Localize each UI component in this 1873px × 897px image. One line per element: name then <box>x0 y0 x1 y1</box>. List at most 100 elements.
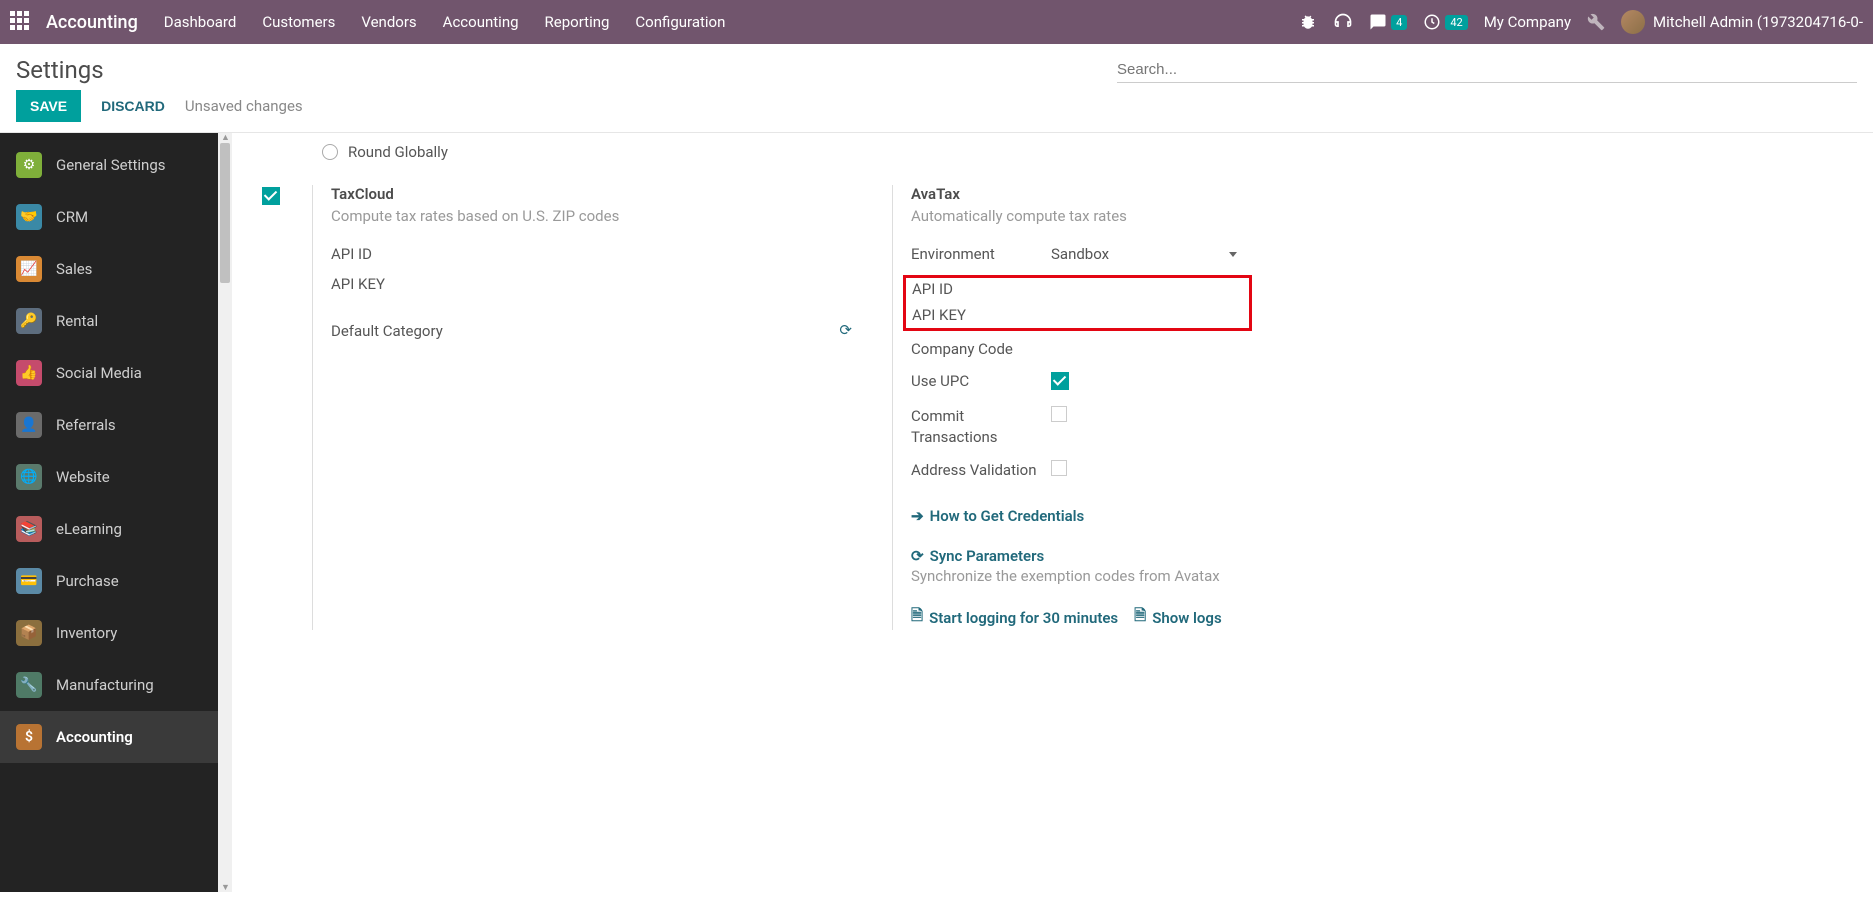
menu-vendors[interactable]: Vendors <box>361 13 416 31</box>
sidebar-item-label: Referrals <box>56 416 116 434</box>
sidebar-item-label: Purchase <box>56 572 119 590</box>
show-logs-label: Show logs <box>1152 609 1221 627</box>
sidebar-item-purchase[interactable]: 💳 Purchase <box>0 555 218 607</box>
sidebar-item-label: Accounting <box>56 728 133 746</box>
commit-transactions-checkbox[interactable] <box>1051 406 1067 422</box>
arrow-right-icon: ➔ <box>911 507 924 525</box>
sidebar-item-social[interactable]: 👍 Social Media <box>0 347 218 399</box>
chevron-down-icon <box>1229 252 1237 257</box>
refresh-icon[interactable]: ⟳ <box>839 321 852 339</box>
book-icon: 📚 <box>16 516 42 542</box>
round-globally-label: Round Globally <box>348 143 448 161</box>
taxcloud-api-key-label: API KEY <box>331 275 471 293</box>
round-globally-option[interactable]: Round Globally <box>322 143 1843 161</box>
scroll-up-icon[interactable]: ▲ <box>221 132 230 143</box>
wrench-icon: 🔧 <box>16 672 42 698</box>
sidebar-item-label: CRM <box>56 208 88 226</box>
money-icon: $ <box>16 724 42 750</box>
sidebar-scrollbar[interactable]: ▲ ▼ <box>218 133 232 892</box>
environment-label: Environment <box>911 245 1051 263</box>
environment-value: Sandbox <box>1051 245 1109 263</box>
start-logging-link[interactable]: 🗎 Start logging for 30 minutes <box>911 605 1118 630</box>
unsaved-changes-label: Unsaved changes <box>185 97 303 115</box>
sync-icon: ⟳ <box>911 547 924 565</box>
company-switcher[interactable]: My Company <box>1484 13 1571 31</box>
sidebar-item-referrals[interactable]: 👤 Referrals <box>0 399 218 451</box>
menu-configuration[interactable]: Configuration <box>635 13 725 31</box>
page-title: Settings <box>16 56 104 84</box>
sidebar-item-manufacturing[interactable]: 🔧 Manufacturing <box>0 659 218 711</box>
show-logs-link[interactable]: 🗎 Show logs <box>1134 605 1222 630</box>
sidebar-item-elearning[interactable]: 📚 eLearning <box>0 503 218 555</box>
thumbs-up-icon: 👍 <box>16 360 42 386</box>
avatar <box>1621 10 1645 34</box>
sidebar-item-label: Inventory <box>56 624 117 642</box>
sidebar-item-label: General Settings <box>56 156 166 174</box>
taxcloud-default-category-label: Default Category <box>331 321 471 342</box>
main-menu: Dashboard Customers Vendors Accounting R… <box>164 13 726 31</box>
avatax-api-key-label: API KEY <box>912 306 1052 324</box>
settings-sidebar: ⚙ General Settings 🤝 CRM 📈Sales 🔑Rental 👍 S… <box>0 133 218 892</box>
apps-icon[interactable] <box>10 11 32 33</box>
user-name: Mitchell Admin (1973204716-0- <box>1653 13 1863 31</box>
bug-icon[interactable] <box>1299 13 1317 31</box>
environment-dropdown[interactable]: Sandbox <box>1051 245 1237 263</box>
sync-parameters-label: Sync Parameters <box>930 547 1045 565</box>
scroll-thumb[interactable] <box>220 143 230 283</box>
app-brand[interactable]: Accounting <box>46 12 138 33</box>
commit-transactions-label: Commit Transactions <box>911 406 1051 448</box>
company-code-label: Company Code <box>911 339 1051 360</box>
avatax-api-id-label: API ID <box>912 280 1052 298</box>
sidebar-item-rental[interactable]: 🔑Rental <box>0 295 218 347</box>
document-icon: 🗎 <box>911 605 923 630</box>
sidebar-item-label: Manufacturing <box>56 676 154 694</box>
gear-icon: ⚙ <box>16 152 42 178</box>
support-icon[interactable] <box>1333 12 1353 32</box>
menu-dashboard[interactable]: Dashboard <box>164 13 237 31</box>
taxcloud-checkbox[interactable] <box>262 187 280 205</box>
taxcloud-block: TaxCloud Compute tax rates based on U.S.… <box>262 185 852 630</box>
sidebar-item-label: Social Media <box>56 364 142 382</box>
menu-accounting[interactable]: Accounting <box>443 13 519 31</box>
tools-icon[interactable] <box>1587 13 1605 31</box>
activities-badge: 42 <box>1445 15 1467 30</box>
taxcloud-title: TaxCloud <box>331 185 852 203</box>
card-icon: 💳 <box>16 568 42 594</box>
address-validation-label: Address Validation <box>911 460 1051 481</box>
handshake-icon: 🤝 <box>16 204 42 230</box>
globe-icon: 🌐 <box>16 464 42 490</box>
box-icon: 📦 <box>16 620 42 646</box>
sidebar-item-general[interactable]: ⚙ General Settings <box>0 139 218 191</box>
sidebar-item-inventory[interactable]: 📦 Inventory <box>0 607 218 659</box>
use-upc-checkbox[interactable] <box>1051 372 1069 390</box>
avatax-title: AvaTax <box>911 185 1252 203</box>
save-button[interactable]: SAVE <box>16 90 81 122</box>
how-to-label: How to Get Credentials <box>930 507 1085 525</box>
sidebar-item-label: Website <box>56 468 110 486</box>
how-to-get-credentials-link[interactable]: ➔ How to Get Credentials <box>911 507 1084 525</box>
taxcloud-api-id-label: API ID <box>331 245 471 263</box>
scroll-down-icon[interactable]: ▼ <box>221 882 230 893</box>
discard-button[interactable]: DISCARD <box>101 98 165 114</box>
sidebar-item-label: eLearning <box>56 520 122 538</box>
sidebar-item-website[interactable]: 🌐 Website <box>0 451 218 503</box>
chart-icon: 📈 <box>16 256 42 282</box>
sidebar-item-sales[interactable]: 📈Sales <box>0 243 218 295</box>
key-icon: 🔑 <box>16 308 42 334</box>
user-menu[interactable]: Mitchell Admin (1973204716-0- <box>1621 10 1863 34</box>
person-icon: 👤 <box>16 412 42 438</box>
start-logging-label: Start logging for 30 minutes <box>929 609 1118 627</box>
top-navbar: Accounting Dashboard Customers Vendors A… <box>0 0 1873 44</box>
activities-icon[interactable]: 42 <box>1423 13 1467 31</box>
menu-customers[interactable]: Customers <box>262 13 335 31</box>
use-upc-label: Use UPC <box>911 372 1051 390</box>
search-input[interactable] <box>1117 57 1857 83</box>
avatax-block: AvaTax Automatically compute tax rates E… <box>892 185 1252 630</box>
sidebar-item-accounting[interactable]: $ Accounting <box>0 711 218 763</box>
messages-icon[interactable]: 4 <box>1369 13 1407 31</box>
highlight-box: API ID API KEY <box>903 275 1252 331</box>
sync-parameters-link[interactable]: ⟳ Sync Parameters <box>911 547 1044 565</box>
address-validation-checkbox[interactable] <box>1051 460 1067 476</box>
sidebar-item-crm[interactable]: 🤝 CRM <box>0 191 218 243</box>
menu-reporting[interactable]: Reporting <box>545 13 610 31</box>
